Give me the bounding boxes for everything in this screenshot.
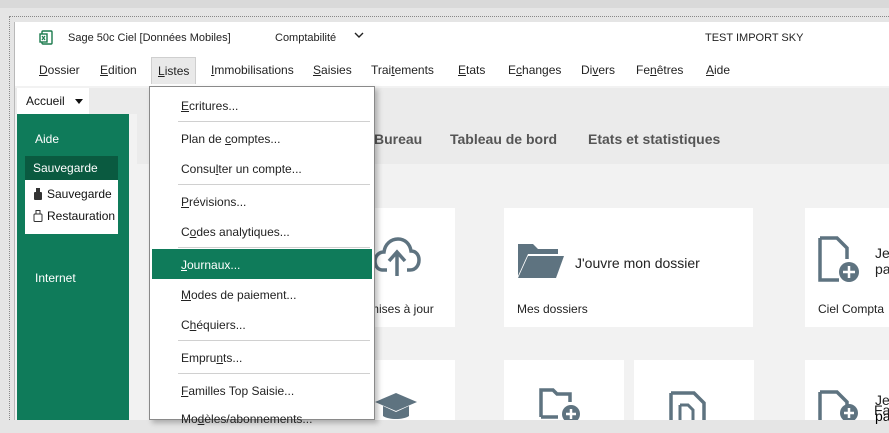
card-new-file[interactable]: Je pa Ciel Compta (805, 208, 889, 327)
menu-separator (178, 247, 370, 248)
chevron-down-icon[interactable] (352, 28, 366, 42)
card-document[interactable] (634, 360, 754, 420)
file-add-icon (818, 236, 859, 282)
card-updates-label: mises à jour (369, 302, 434, 316)
graduation-cap-icon (375, 393, 417, 419)
menu-item-ecritures[interactable]: Ecritures... (152, 90, 372, 120)
menu-item-plan-comptes[interactable]: Plan de comptes... (152, 123, 372, 153)
accueil-label: Accueil (26, 94, 65, 108)
top-strip (0, 0, 889, 8)
menu-separator (178, 373, 370, 374)
folder-add-icon (539, 388, 580, 420)
menu-fenetres[interactable]: Fenêtres (636, 63, 683, 77)
menu-item-modeles-abonnements[interactable]: Modèles/abonnements... (152, 403, 372, 433)
card-updates[interactable]: mises à jour (361, 208, 455, 327)
usb-drive-icon (33, 210, 43, 222)
menu-item-modes-paiement[interactable]: Modes de paiement... (152, 279, 372, 309)
tab-bureau[interactable]: Bureau (374, 131, 422, 147)
card-open-folder[interactable]: J'ouvre mon dossier Mes dossiers (504, 208, 753, 327)
menu-separator (178, 340, 370, 341)
card-new-folder[interactable] (504, 360, 624, 420)
document-icon (669, 391, 706, 420)
menu-edition[interactable]: Edition (100, 63, 137, 77)
cloud-upload-icon (373, 237, 421, 276)
menu-aide[interactable]: Aide (706, 63, 730, 77)
menu-listes[interactable]: Listes (151, 57, 197, 84)
sidebar-submenu: Sauvegarde Restauration (25, 180, 118, 234)
usb-drive-icon (34, 188, 42, 200)
listes-menu: Ecritures... Plan de comptes... Consulte… (149, 86, 375, 426)
menu-traitements[interactable]: Traitements (371, 63, 434, 77)
app-title: Sage 50c Ciel [Données Mobiles] (68, 32, 231, 44)
menu-bar: Dossier Edition Listes Immobilisations S… (15, 54, 889, 86)
menu-item-chequiers[interactable]: Chéquiers... (152, 309, 372, 339)
menu-etats[interactable]: Etats (458, 63, 485, 77)
menu-item-journaux[interactable]: Journaux... (152, 249, 372, 279)
sidebar-item-internet[interactable]: Internet (35, 271, 76, 285)
menu-echanges[interactable]: Echanges (508, 63, 561, 77)
menu-item-previsions[interactable]: Prévisions... (152, 186, 372, 216)
menu-dossier[interactable]: Dossier (39, 63, 80, 77)
card-new-title-1: Je (875, 245, 889, 261)
menu-item-consulter-compte[interactable]: Consulter un compte... (152, 153, 372, 183)
menu-divers[interactable]: Divers (581, 63, 615, 77)
menu-separator (178, 121, 370, 122)
sidebar: Aide Sauvegarde Sauvegarde Restauration … (17, 114, 129, 420)
folder-open-icon (518, 244, 564, 278)
menu-separator (178, 184, 370, 185)
menu-saisies[interactable]: Saisies (313, 63, 352, 77)
module-selector[interactable]: Comptabilité (275, 32, 336, 44)
menu-item-codes-analytiques[interactable]: Codes analytiques... (152, 216, 372, 246)
sidebar-subitem-sauvegarde[interactable]: Sauvegarde (33, 187, 117, 205)
sidebar-item-aide[interactable]: Aide (35, 132, 59, 146)
app-icon (39, 30, 53, 45)
sidebar-subitem-restauration[interactable]: Restauration (33, 209, 117, 227)
title-bar: Sage 50c Ciel [Données Mobiles] Comptabi… (15, 22, 889, 54)
card-bottom-title-3: Fa (874, 402, 889, 418)
menu-item-emprunts[interactable]: Emprunts... (152, 342, 372, 372)
home-bar: Accueil (15, 88, 889, 114)
file-add-icon (818, 390, 858, 420)
card-training[interactable] (361, 360, 455, 420)
application-window: Sage 50c Ciel [Données Mobiles] Comptabi… (14, 22, 889, 424)
card-open-folder-title: J'ouvre mon dossier (575, 255, 700, 271)
accueil-dropdown[interactable]: Accueil (17, 88, 89, 114)
sidebar-item-sauvegarde[interactable]: Sauvegarde (25, 156, 118, 180)
tab-tableau-de-bord[interactable]: Tableau de bord (450, 131, 557, 147)
menu-item-familles-top-saisie[interactable]: Familles Top Saisie... (152, 375, 372, 405)
caret-down-icon (75, 99, 83, 104)
card-new-label: Ciel Compta (818, 302, 885, 316)
card-open-folder-label: Mes dossiers (517, 302, 588, 316)
company-name: TEST IMPORT SKY (705, 32, 804, 44)
card-new-title-2: pa (875, 261, 889, 277)
tab-etats-statistiques[interactable]: Etats et statistiques (588, 131, 720, 147)
menu-immobilisations[interactable]: Immobilisations (211, 63, 294, 77)
